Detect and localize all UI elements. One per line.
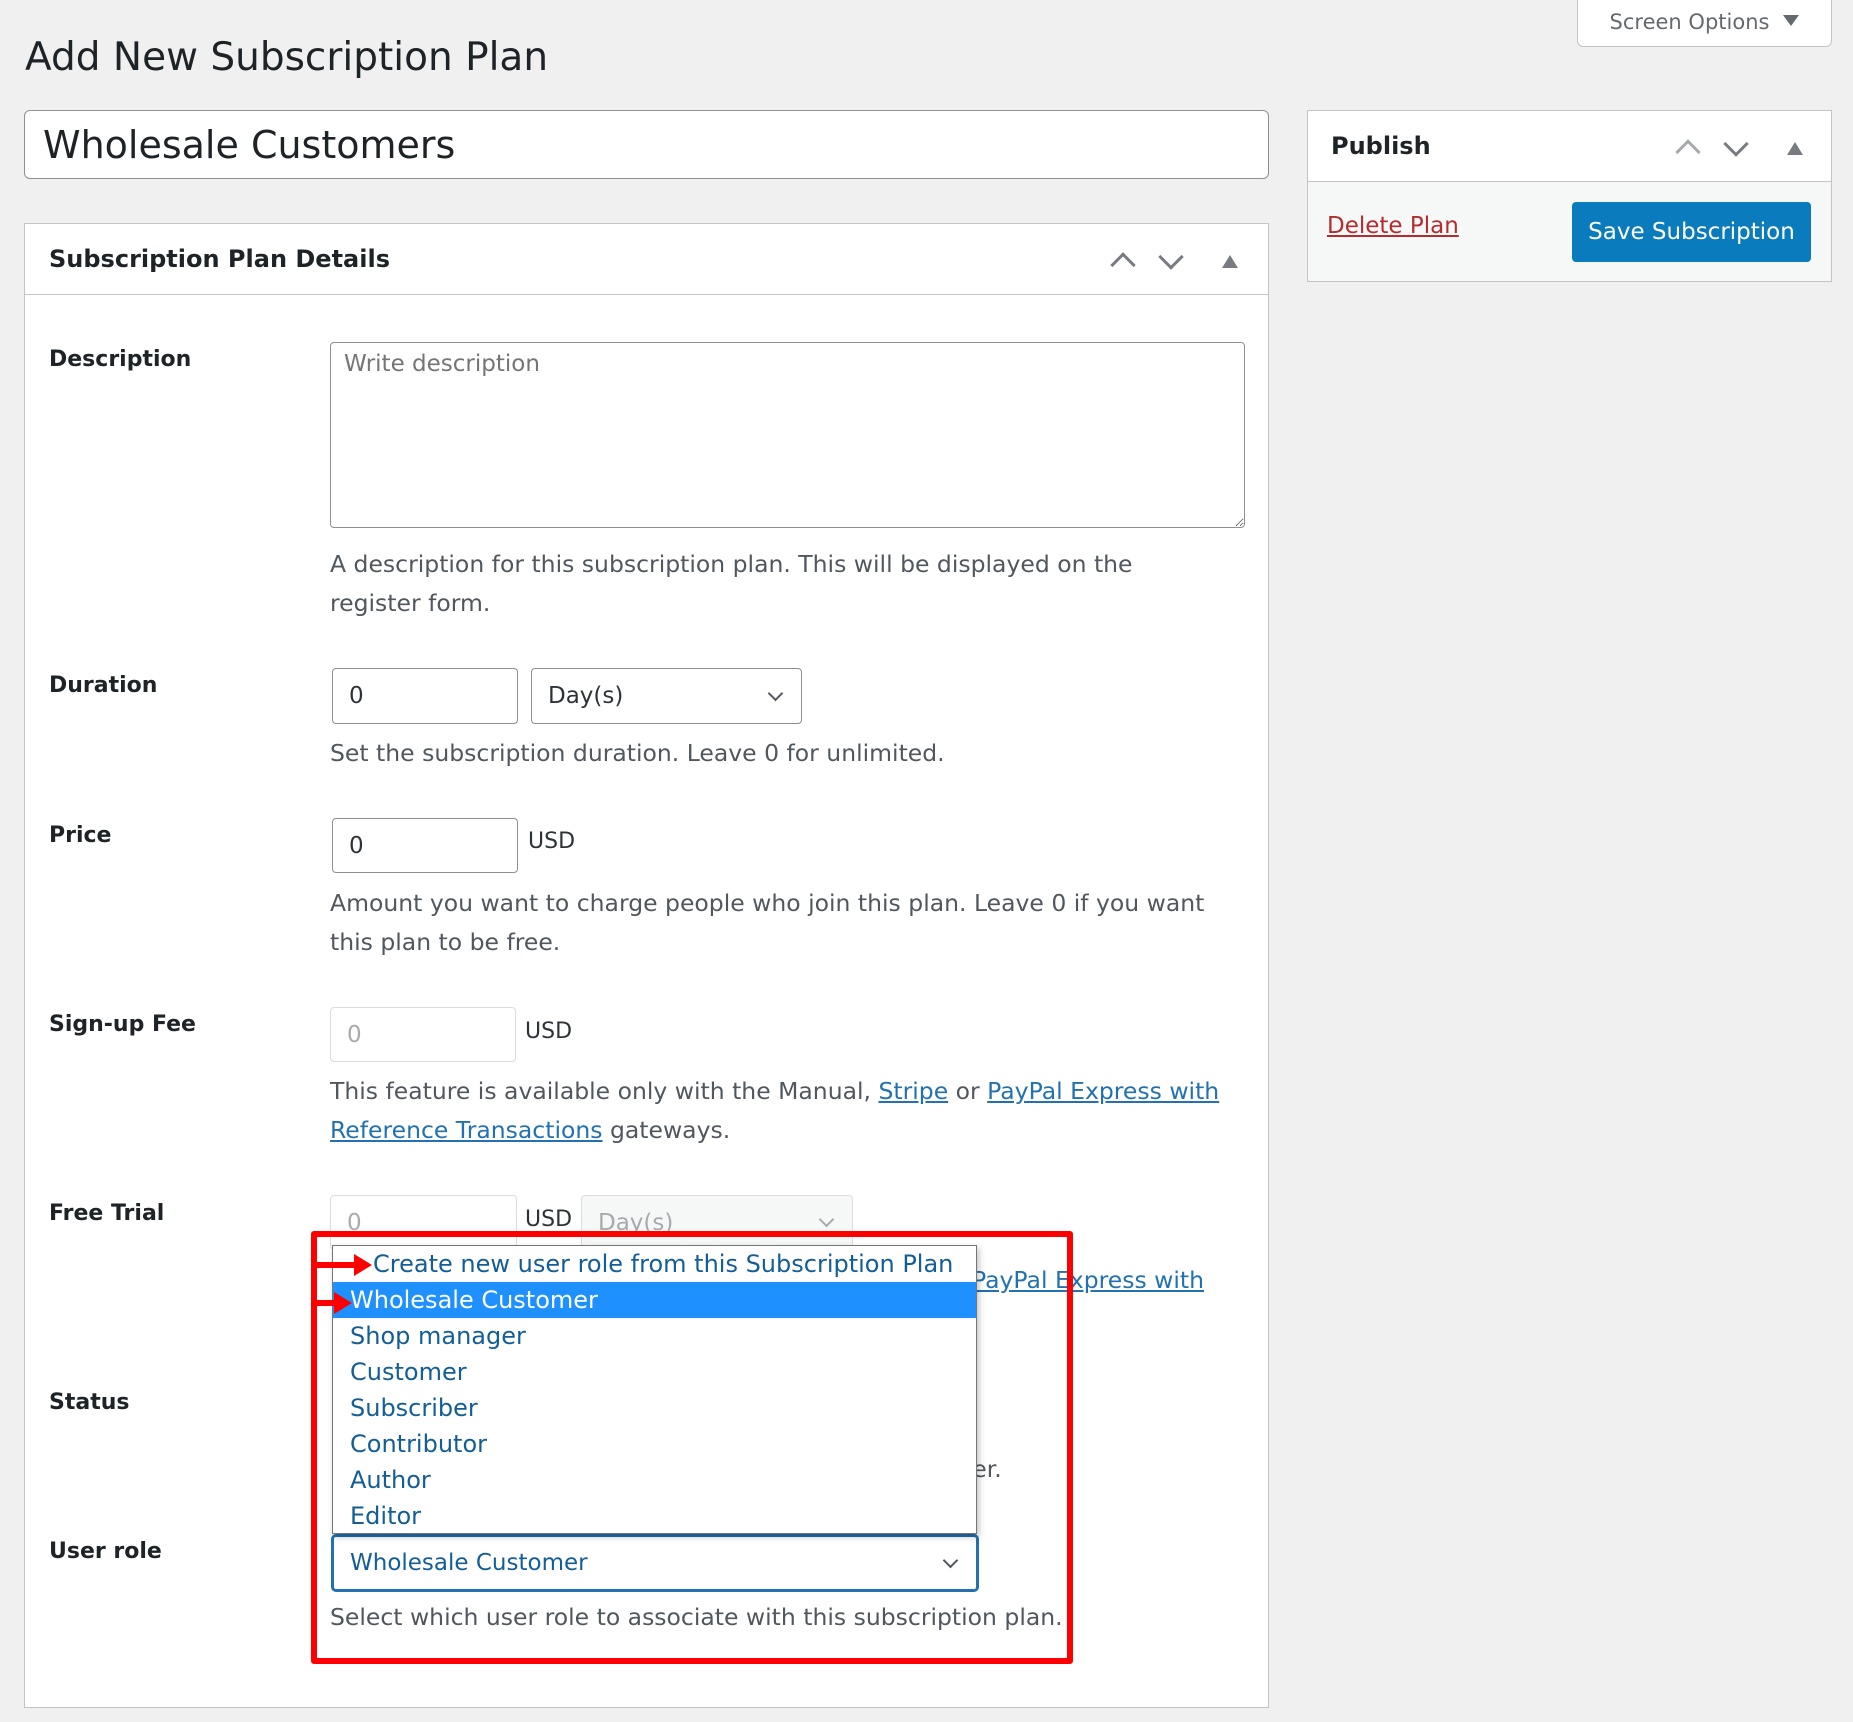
- duration-unit-select[interactable]: Day(s): [531, 668, 802, 724]
- dropdown-option[interactable]: Contributor: [333, 1426, 976, 1462]
- dropdown-option[interactable]: Author: [333, 1462, 976, 1498]
- collapse-toggle-icon[interactable]: [1222, 254, 1238, 268]
- dropdown-option[interactable]: Customer: [333, 1354, 976, 1390]
- move-down-icon[interactable]: [1723, 131, 1749, 157]
- collapse-toggle-icon[interactable]: [1787, 141, 1803, 155]
- free-trial-help: PayPal Express with: [972, 1261, 1232, 1300]
- signup-fee-help-or: or: [948, 1077, 988, 1105]
- chevron-down-icon: [767, 685, 784, 701]
- signup-fee-currency: USD: [525, 1019, 573, 1044]
- plan-title-input[interactable]: [24, 110, 1269, 179]
- status-label: Status: [49, 1390, 130, 1415]
- details-box-controls: [1110, 244, 1238, 278]
- user-role-help: Select which user role to associate with…: [330, 1603, 1063, 1631]
- dropdown-option-selected[interactable]: Wholesale Customer: [333, 1282, 976, 1318]
- description-help: A description for this subscription plan…: [330, 550, 1133, 617]
- details-box-title: Subscription Plan Details: [49, 245, 390, 273]
- chevron-down-icon: [942, 1552, 959, 1568]
- user-role-dropdown-list[interactable]: Create new user role from this Subscript…: [332, 1245, 977, 1534]
- details-box-header: Subscription Plan Details: [25, 224, 1268, 295]
- price-label: Price: [49, 823, 112, 848]
- caret-down-icon: [1783, 14, 1800, 26]
- signup-fee-help-text: This feature is available only with the …: [330, 1077, 879, 1105]
- signup-fee-help-suffix: gateways.: [602, 1116, 731, 1144]
- dropdown-option[interactable]: Shop manager: [333, 1318, 976, 1354]
- description-label: Description: [49, 347, 192, 372]
- user-role-select[interactable]: Wholesale Customer: [332, 1535, 978, 1591]
- move-down-icon[interactable]: [1158, 244, 1184, 270]
- free-trial-unit-select: Day(s): [581, 1195, 853, 1250]
- screen-options-button[interactable]: Screen Options: [1577, 0, 1832, 47]
- dropdown-option[interactable]: Editor: [333, 1498, 976, 1534]
- signup-fee-label: Sign-up Fee: [49, 1012, 196, 1037]
- price-currency: USD: [528, 829, 576, 854]
- move-up-icon[interactable]: [1110, 252, 1136, 278]
- price-input[interactable]: [332, 818, 518, 873]
- user-role-label: User role: [49, 1539, 162, 1564]
- annotation-arrow-icon: [313, 1254, 372, 1276]
- publish-box-header: Publish: [1308, 111, 1831, 182]
- user-role-value: Wholesale Customer: [350, 1550, 588, 1576]
- free-trial-paypal-link[interactable]: PayPal Express with: [972, 1266, 1204, 1294]
- duration-help: Set the subscription duration. Leave 0 f…: [330, 739, 945, 767]
- free-trial-currency: USD: [525, 1207, 573, 1232]
- move-up-icon[interactable]: [1675, 139, 1701, 165]
- duration-unit-value: Day(s): [548, 683, 624, 709]
- price-help: Amount you want to charge people who joi…: [330, 889, 1205, 956]
- publish-box-title: Publish: [1331, 132, 1431, 160]
- stripe-link[interactable]: Stripe: [878, 1077, 948, 1105]
- free-trial-input: [330, 1195, 517, 1250]
- chevron-down-icon: [818, 1211, 835, 1228]
- signup-fee-help: This feature is available only with the …: [330, 1072, 1230, 1150]
- page-title: Add New Subscription Plan: [25, 35, 549, 80]
- free-trial-unit-value: Day(s): [598, 1209, 674, 1236]
- save-subscription-button[interactable]: Save Subscription: [1572, 202, 1811, 262]
- dropdown-option[interactable]: Subscriber: [333, 1390, 976, 1426]
- publish-box-controls: [1675, 131, 1803, 165]
- description-textarea[interactable]: [330, 342, 1245, 528]
- duration-label: Duration: [49, 673, 158, 698]
- annotation-arrow-icon: [313, 1292, 352, 1314]
- free-trial-label: Free Trial: [49, 1201, 165, 1226]
- delete-plan-link[interactable]: Delete Plan: [1327, 213, 1459, 239]
- duration-input[interactable]: [332, 668, 518, 724]
- dropdown-option[interactable]: Create new user role from this Subscript…: [333, 1246, 976, 1282]
- screen-options-label: Screen Options: [1609, 10, 1770, 34]
- signup-fee-input: [330, 1007, 516, 1062]
